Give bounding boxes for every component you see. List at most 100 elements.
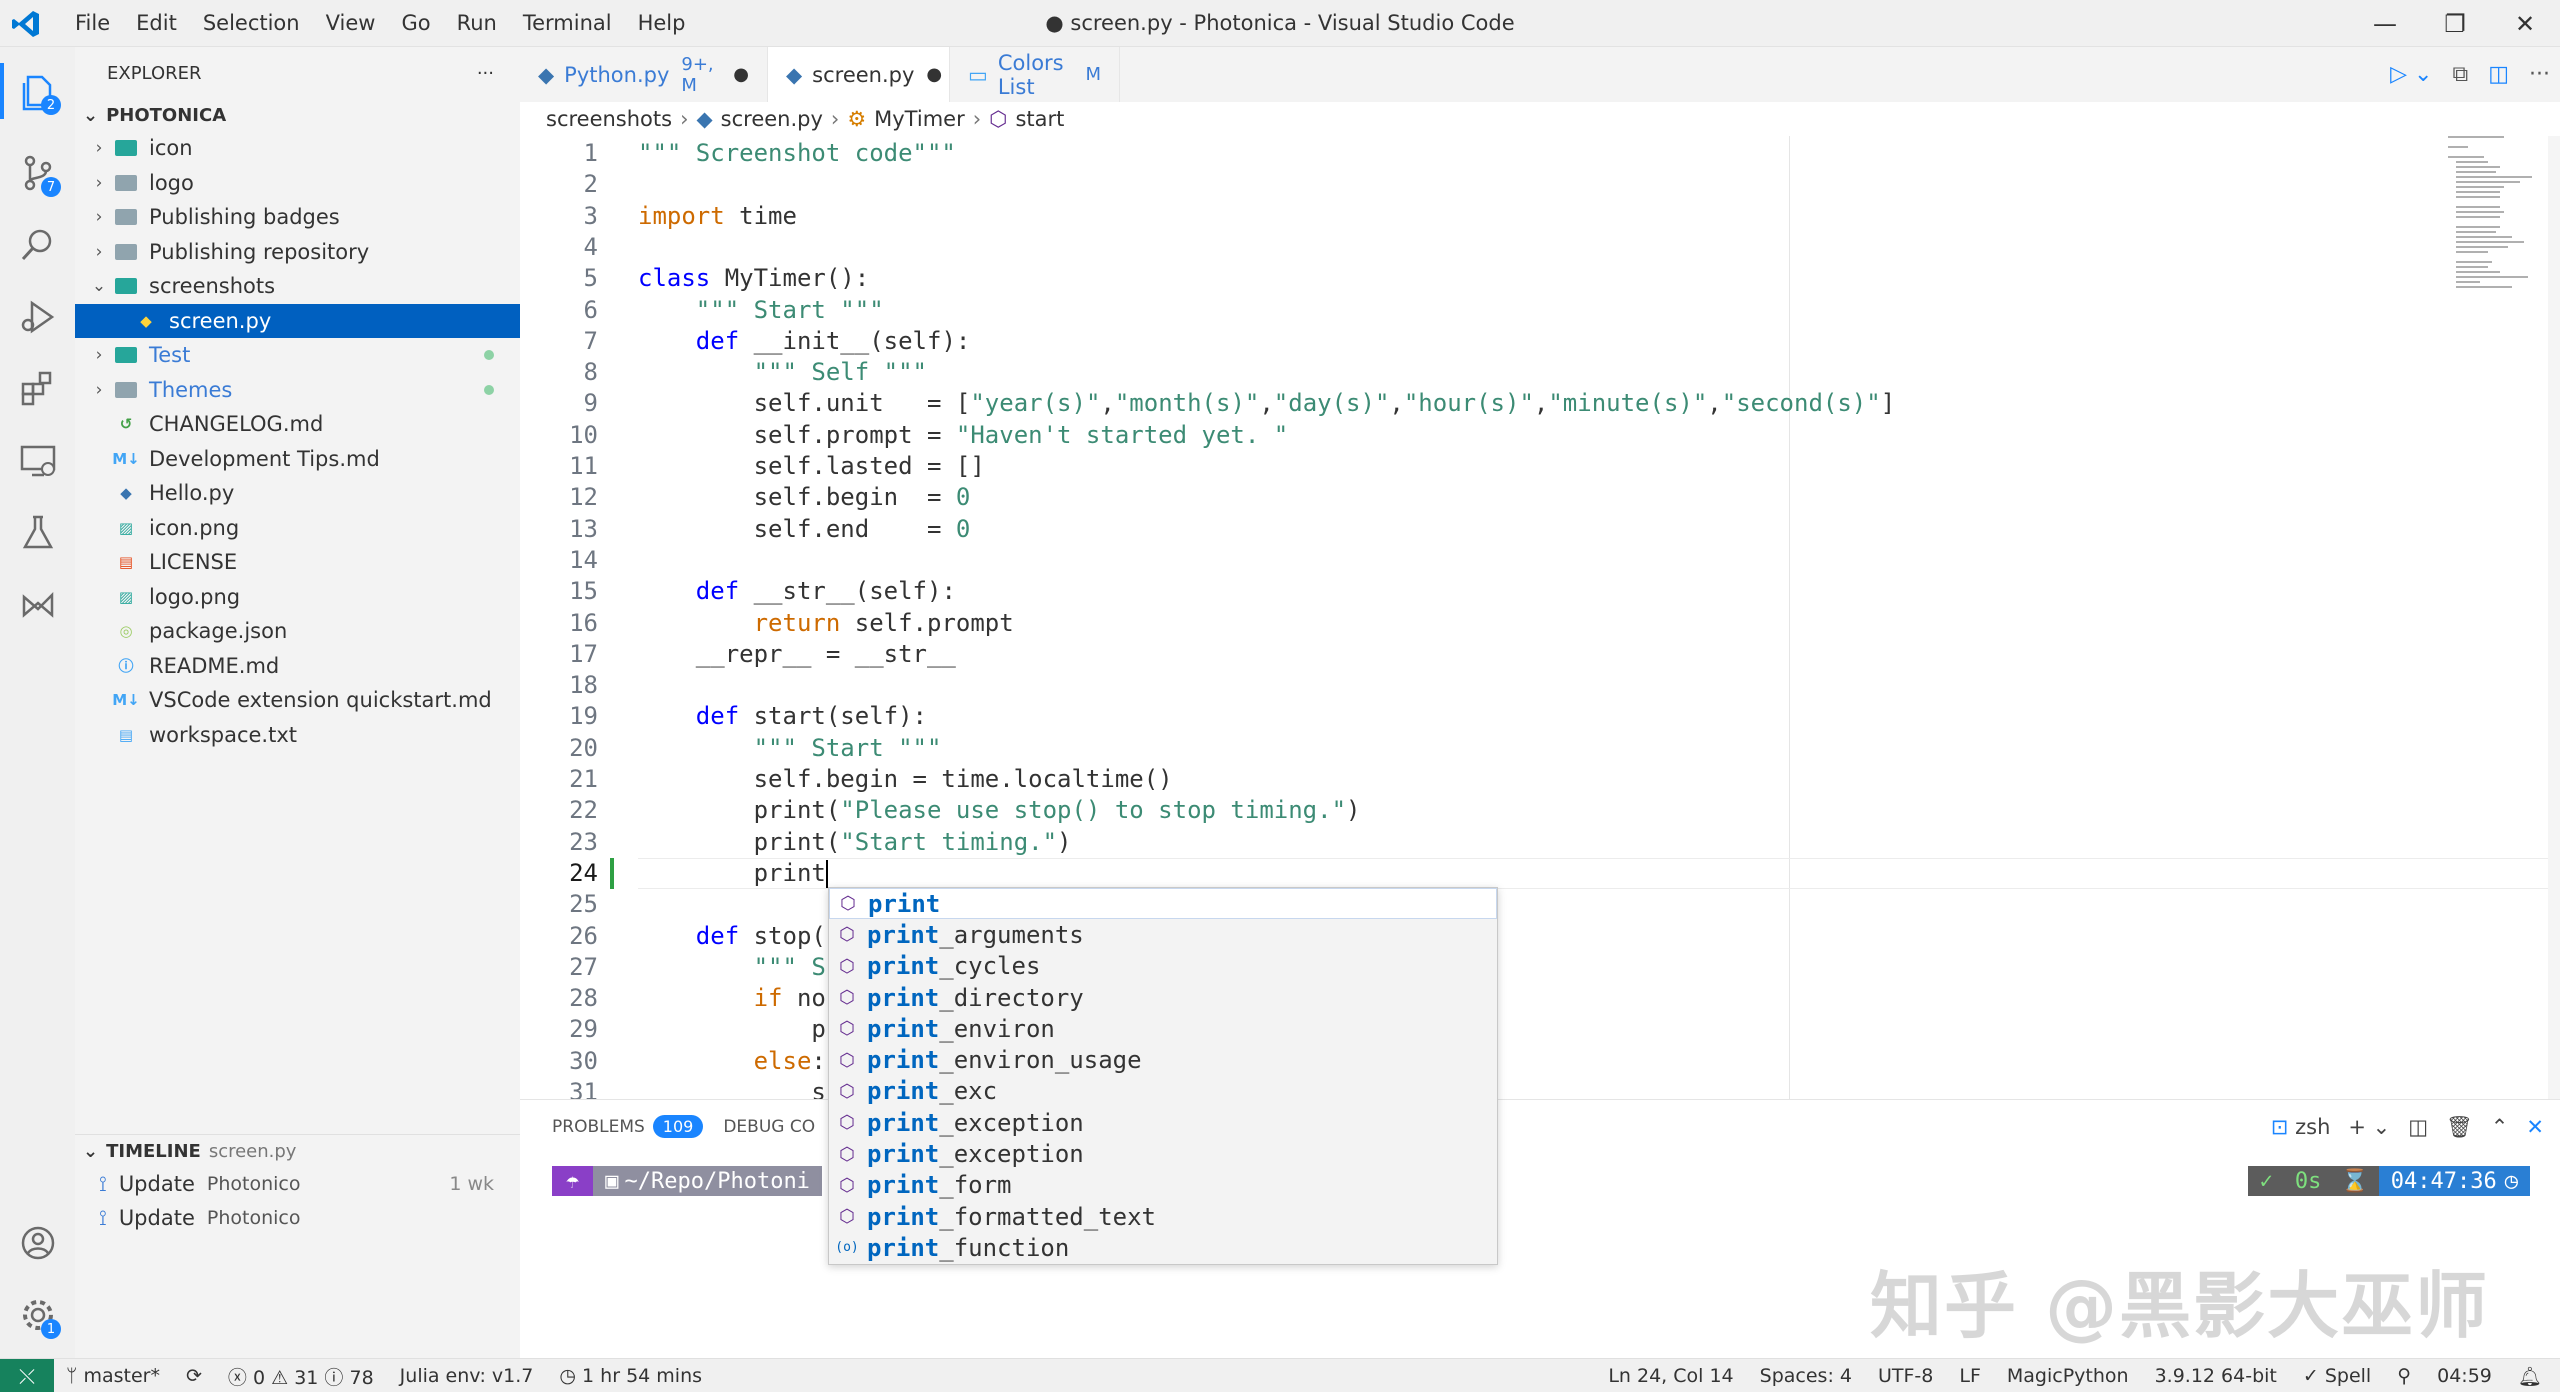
breadcrumb-item[interactable]: screenshots xyxy=(546,107,672,131)
trash-icon[interactable]: 🗑 xyxy=(2446,1115,2473,1140)
menu-item-terminal[interactable]: Terminal xyxy=(510,0,625,47)
suggestion-item[interactable]: ⬡ print xyxy=(829,888,1497,920)
breadcrumb-item[interactable]: start xyxy=(1015,107,1064,131)
menu-item-run[interactable]: Run xyxy=(444,0,510,47)
language-mode[interactable]: MagicPython xyxy=(2007,1365,2129,1387)
tree-item[interactable]: › Publishing badges xyxy=(75,200,520,235)
manage-activity[interactable]: 1 xyxy=(0,1279,75,1351)
suggestion-item[interactable]: ⬡ print _exception xyxy=(829,1107,1497,1138)
tree-item[interactable]: ▨ logo.png xyxy=(75,580,520,615)
dirty-indicator-icon[interactable]: ● xyxy=(733,64,749,85)
menu-item-go[interactable]: Go xyxy=(388,0,443,47)
time-tracker-status[interactable]: ◷ 1 hr 54 mins xyxy=(559,1365,702,1387)
workspace-root[interactable]: ⌄ PHOTONICA xyxy=(75,99,520,131)
more-actions-icon[interactable]: ··· xyxy=(2529,62,2550,87)
search-activity[interactable] xyxy=(0,209,75,281)
minimap[interactable] xyxy=(2448,136,2548,336)
tree-item[interactable]: ⌄ screenshots xyxy=(75,269,520,304)
menu-item-file[interactable]: File xyxy=(62,0,123,47)
remote-indicator[interactable]: ⤬ xyxy=(0,1359,54,1392)
suggestion-item[interactable]: ⬡ print _cycles xyxy=(829,951,1497,982)
feedback-icon[interactable]: ⚲ xyxy=(2397,1365,2411,1387)
tree-item[interactable]: ◆ Hello.py xyxy=(75,476,520,511)
code-line: 13 self.end = 0 xyxy=(520,514,2560,545)
terminal-shell-selector[interactable]: ⊡ zsh xyxy=(2271,1115,2331,1139)
julia-env-status[interactable]: Julia env: v1.7 xyxy=(400,1365,534,1387)
tab-problems[interactable]: PROBLEMS 109 xyxy=(552,1115,704,1138)
breadcrumb-item[interactable]: screen.py xyxy=(721,107,823,131)
tree-item[interactable]: ↺ CHANGELOG.md xyxy=(75,407,520,442)
tree-item[interactable]: M↓ VSCode extension quickstart.md xyxy=(75,683,520,718)
interpreter-status[interactable]: 3.9.12 64-bit xyxy=(2155,1365,2277,1387)
tree-item[interactable]: ◆ screen.py xyxy=(75,303,520,338)
minimize-button[interactable]: — xyxy=(2350,0,2420,47)
maximize-button[interactable]: ❐ xyxy=(2420,0,2490,47)
tab-screen-py[interactable]: ◆ screen.py ● xyxy=(768,47,950,102)
split-editor-icon[interactable]: ◫ xyxy=(2488,62,2509,87)
breadcrumb-item[interactable]: MyTimer xyxy=(874,107,965,131)
close-panel-icon[interactable]: ✕ xyxy=(2526,1115,2544,1139)
extensions-activity[interactable] xyxy=(0,353,75,425)
tree-item[interactable]: › logo xyxy=(75,166,520,201)
open-preview-icon[interactable]: ⧉ xyxy=(2453,62,2469,87)
suggestion-item[interactable]: (o) print _function xyxy=(829,1232,1497,1263)
suggestion-item[interactable]: ⬡ print _formatted_text xyxy=(829,1201,1497,1232)
tab-python-py[interactable]: ◆ Python.py 9+, M ● xyxy=(520,47,768,102)
testing-activity[interactable] xyxy=(0,497,75,569)
suggestion-item[interactable]: ⬡ print _exception xyxy=(829,1138,1497,1169)
run-file-icon[interactable]: ▷ ⌄ xyxy=(2390,62,2432,87)
eol-status[interactable]: LF xyxy=(1959,1365,1981,1387)
split-terminal-icon[interactable]: ◫ xyxy=(2408,1115,2428,1139)
source-control-activity[interactable]: 7 xyxy=(0,137,75,209)
explorer-activity[interactable]: 2 xyxy=(0,55,75,127)
timeline-header[interactable]: ⌄ TIMELINE screen.py xyxy=(75,1135,520,1167)
bell-icon[interactable]: 🔔︎ xyxy=(2518,1365,2542,1388)
folder-icon xyxy=(115,275,137,297)
indentation-status[interactable]: Spaces: 4 xyxy=(1760,1365,1852,1387)
tree-item[interactable]: ⓘ README.md xyxy=(75,649,520,684)
tree-item[interactable]: M↓ Development Tips.md xyxy=(75,442,520,477)
code-token: self.prompt xyxy=(840,608,1014,637)
timeline-entry[interactable]: ⟟ Update Photonico 1 wk xyxy=(75,1167,520,1201)
remote-explorer-activity[interactable] xyxy=(0,425,75,497)
close-window-button[interactable]: ✕ xyxy=(2490,0,2560,47)
code-editor[interactable]: 1 """ Screenshot code""" 2 3 import time 4 5 cl… xyxy=(520,136,2560,1099)
suggestion-item[interactable]: ⬡ print _exc xyxy=(829,1076,1497,1107)
cursor-position[interactable]: Ln 24, Col 14 xyxy=(1608,1365,1733,1387)
suggestion-item[interactable]: ⬡ print _form xyxy=(829,1170,1497,1201)
suggestion-item[interactable]: ⬡ print _environ_usage xyxy=(829,1044,1497,1075)
tree-item[interactable]: › Publishing repository xyxy=(75,235,520,270)
tree-item[interactable]: ◎ package.json xyxy=(75,614,520,649)
menu-item-view[interactable]: View xyxy=(313,0,389,47)
tree-item[interactable]: ▨ icon.png xyxy=(75,511,520,546)
tab-debug-console[interactable]: DEBUG CO xyxy=(723,1117,815,1137)
suggestion-item[interactable]: ⬡ print _environ xyxy=(829,1013,1497,1044)
menu-item-selection[interactable]: Selection xyxy=(190,0,313,47)
branch-status[interactable]: ᛘ master* xyxy=(66,1365,160,1387)
accounts-activity[interactable] xyxy=(0,1207,75,1279)
tree-item[interactable]: › icon xyxy=(75,131,520,166)
tab-colors-list[interactable]: ▭ Colors List M xyxy=(950,47,1120,102)
menu-item-edit[interactable]: Edit xyxy=(123,0,190,47)
run-debug-activity[interactable] xyxy=(0,281,75,353)
maximize-panel-icon[interactable]: ⌃ xyxy=(2491,1115,2509,1139)
explorer-more-button[interactable]: ··· xyxy=(477,63,494,84)
menu-item-help[interactable]: Help xyxy=(625,0,699,47)
new-terminal-button[interactable]: + ⌄ xyxy=(2348,1115,2390,1139)
editor-scrollbar[interactable] xyxy=(2548,136,2560,1099)
problems-status[interactable]: ⓧ 0 ⚠ 31 ⓘ 78 xyxy=(228,1363,374,1390)
tree-item[interactable]: ▤ workspace.txt xyxy=(75,718,520,753)
spell-status[interactable]: ✓ Spell xyxy=(2303,1365,2371,1387)
suggestion-item[interactable]: ⬡ print _arguments xyxy=(829,919,1497,950)
terminal-prompt[interactable]: ☂ ▣ ~/Repo/Photoni xyxy=(552,1166,822,1196)
encoding-status[interactable]: UTF-8 xyxy=(1878,1365,1933,1387)
suggestion-item[interactable]: ⬡ print _directory xyxy=(829,982,1497,1013)
dirty-indicator-icon[interactable]: ● xyxy=(926,64,942,85)
sync-icon[interactable]: ⟳ xyxy=(186,1365,202,1387)
tree-item[interactable]: › Themes xyxy=(75,373,520,408)
tree-item[interactable]: › Test xyxy=(75,338,520,373)
text-cursor xyxy=(825,859,828,888)
timeline-entry[interactable]: ⟟ Update Photonico xyxy=(75,1201,520,1235)
live-share-activity[interactable] xyxy=(0,569,75,641)
tree-item[interactable]: ▤ LICENSE xyxy=(75,545,520,580)
